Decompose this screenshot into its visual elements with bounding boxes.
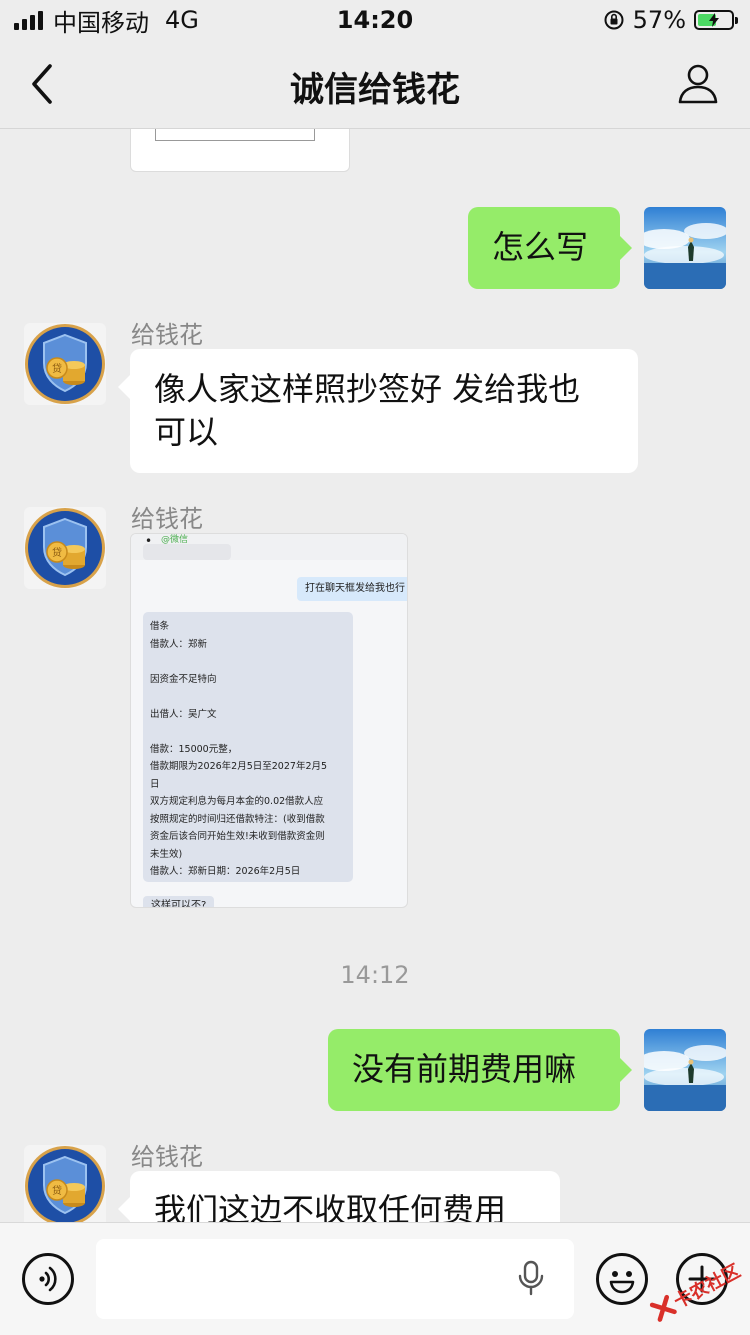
iou-line: 因资金不足特向 — [150, 673, 217, 685]
emoji-button[interactable] — [596, 1253, 648, 1305]
image-top-bubble: 打在聊天框发给我也行 — [297, 577, 407, 601]
input-toolbar: 卡农社区 — [0, 1222, 750, 1335]
previous-card-message[interactable] — [130, 129, 350, 172]
charging-bolt-icon — [709, 13, 719, 27]
emoji-icon — [609, 1271, 635, 1294]
voice-toggle-button[interactable] — [22, 1253, 74, 1305]
landscape-avatar-image — [644, 1029, 726, 1111]
iou-line: 日 — [150, 778, 160, 790]
voice-icon — [39, 1266, 57, 1292]
iou-line: 借款人：郑新日期：2026年2月5日 — [150, 866, 301, 877]
user-icon[interactable] — [676, 62, 720, 106]
iou-line: 借款：15000元整， — [150, 743, 238, 755]
iou-line — [150, 688, 346, 706]
battery-icon — [694, 10, 738, 30]
sent-message-bubble[interactable]: 怎么写 — [468, 207, 632, 289]
my-avatar[interactable] — [644, 207, 726, 289]
chat-header: 诚信给钱花 — [0, 40, 750, 129]
image-top-bubble-stub — [143, 544, 231, 560]
sent-message-bubble[interactable]: 没有前期费用嘛 — [328, 1029, 632, 1111]
svg-text:贷: 贷 — [52, 1184, 62, 1197]
iou-line — [150, 653, 346, 671]
iou-line: 按照规定的时间归还借款特注：(收到借款 — [150, 813, 325, 825]
contact-avatar[interactable]: 贷 — [24, 323, 106, 405]
image-bottom-bubble: 这样可以不? — [143, 896, 215, 907]
iou-line: 双方规定利息为每月本金的0.02借款人应 — [150, 796, 324, 807]
message-text: 没有前期费用嘛 — [352, 1050, 577, 1088]
iou-line: 未生效) — [150, 848, 183, 860]
previous-card-inner — [155, 129, 315, 141]
image-message[interactable]: • @微信 打在聊天框发给我也行 借条借款人：郑新 因资金不足特向 出借人：吴广… — [130, 533, 408, 908]
contact-avatar[interactable]: 贷 — [24, 507, 106, 589]
battery-percent: 57% — [632, 6, 686, 34]
chat-area[interactable]: 怎么写 贷 给钱花 像人家这样照抄签好 发给我也 可以 贷 给钱花 • @微信 … — [0, 129, 750, 1222]
chat-timestamp: 14:12 — [340, 961, 410, 989]
iou-line: 借条 — [150, 621, 170, 632]
status-right: 57% — [603, 6, 738, 34]
image-watermark: @微信 — [161, 535, 189, 545]
received-message-bubble[interactable]: 像人家这样照抄签好 发给我也 可以 — [118, 349, 638, 473]
message-text-line1: 像人家这样照抄签好 发给我也 — [154, 370, 581, 408]
sender-name: 给钱花 — [131, 1143, 203, 1171]
sender-name: 给钱花 — [131, 505, 203, 533]
shield-coins-avatar-image: 贷 — [25, 1146, 105, 1222]
received-message-bubble[interactable]: 我们这边不收取任何费用 — [118, 1171, 560, 1222]
shield-coins-avatar-image: 贷 — [25, 324, 105, 404]
message-text: 我们这边不收取任何费用 — [154, 1191, 507, 1222]
landscape-avatar-image — [644, 207, 726, 289]
iou-line: 出借人：吴广文 — [150, 708, 217, 720]
iou-line: 资金后该合同开始生效!未收到借款资金则 — [150, 831, 325, 842]
message-text-line2: 可以 — [154, 413, 219, 451]
contact-avatar[interactable]: 贷 — [24, 1145, 106, 1222]
chat-title: 诚信给钱花 — [290, 70, 460, 110]
iou-line — [150, 723, 346, 741]
shield-coins-avatar-image: 贷 — [25, 508, 105, 588]
my-avatar[interactable] — [644, 1029, 726, 1111]
message-text: 怎么写 — [492, 228, 589, 266]
iou-text: 借条借款人：郑新 因资金不足特向 出借人：吴广文 借款：15000元整， 借款期限… — [150, 618, 346, 881]
status-bar: 中国移动 4G 14:20 57% — [0, 0, 750, 40]
message-input[interactable] — [96, 1239, 574, 1319]
svg-text:贷: 贷 — [52, 546, 62, 559]
sender-name: 给钱花 — [131, 321, 203, 349]
svg-text:贷: 贷 — [52, 362, 62, 375]
iou-line: 借款期限为2026年2月5日至2027年2月5 — [150, 761, 328, 772]
iou-line: 借款人：郑新 — [150, 638, 208, 650]
mic-icon[interactable] — [516, 1259, 546, 1299]
iou-bubble: 借条借款人：郑新 因资金不足特向 出借人：吴广文 借款：15000元整， 借款期限… — [143, 612, 353, 882]
orientation-lock-icon — [604, 10, 624, 30]
dot-icon: • — [145, 534, 153, 548]
